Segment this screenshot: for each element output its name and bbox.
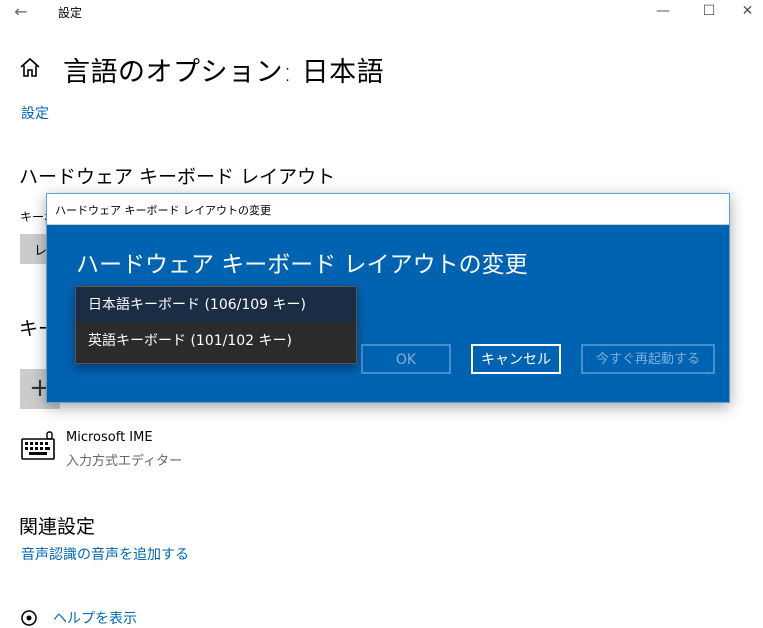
get-help-link[interactable]: ヘルプを表示 — [53, 608, 137, 628]
breadcrumb-settings-link[interactable]: 設定 — [21, 103, 49, 123]
hardware-layout-button-label: レ — [34, 244, 48, 259]
window-title: 設定 — [58, 6, 83, 20]
restart-now-button[interactable]: 今すぐ再起動する — [581, 344, 715, 374]
title-bar: ← 設定 — ☐ ✕ — [0, 0, 763, 30]
page-title: 言語のオプション: 日本語 — [63, 57, 385, 88]
home-icon[interactable] — [18, 56, 42, 80]
add-speech-voices-link[interactable]: 音声認識の音声を追加する — [21, 544, 189, 564]
maximize-button[interactable]: ☐ — [686, 0, 732, 24]
back-button[interactable]: ← — [8, 2, 34, 24]
cancel-button[interactable]: キャンセル — [471, 344, 561, 374]
layout-option-english[interactable]: 英語キーボード (101/102 キー) — [76, 324, 356, 358]
related-settings-heading: 関連設定 — [19, 516, 96, 538]
minimize-button[interactable]: — — [640, 0, 686, 24]
keyboard-icon — [21, 431, 55, 460]
close-button[interactable]: ✕ — [732, 0, 763, 24]
dialog-window-title: ハードウェア キーボード レイアウトの変更 — [55, 204, 271, 217]
dialog-heading: ハードウェア キーボード レイアウトの変更 — [76, 252, 528, 278]
hardware-layout-button[interactable]: レ — [20, 234, 48, 264]
layout-dropdown-list: 日本語キーボード (106/109 キー) 英語キーボード (101/102 キ… — [75, 286, 357, 364]
keyboards-heading: キー — [19, 318, 47, 340]
ime-name[interactable]: Microsoft IME — [66, 430, 153, 445]
layout-option-japanese[interactable]: 日本語キーボード (106/109 キー) — [76, 288, 356, 322]
help-icon — [21, 610, 37, 626]
ime-description: 入力方式エディター — [66, 454, 183, 469]
ok-button[interactable]: OK — [361, 344, 451, 374]
hardware-layout-heading: ハードウェア キーボード レイアウト — [19, 166, 336, 188]
dialog-title-bar: ハードウェア キーボード レイアウトの変更 — [47, 194, 729, 225]
